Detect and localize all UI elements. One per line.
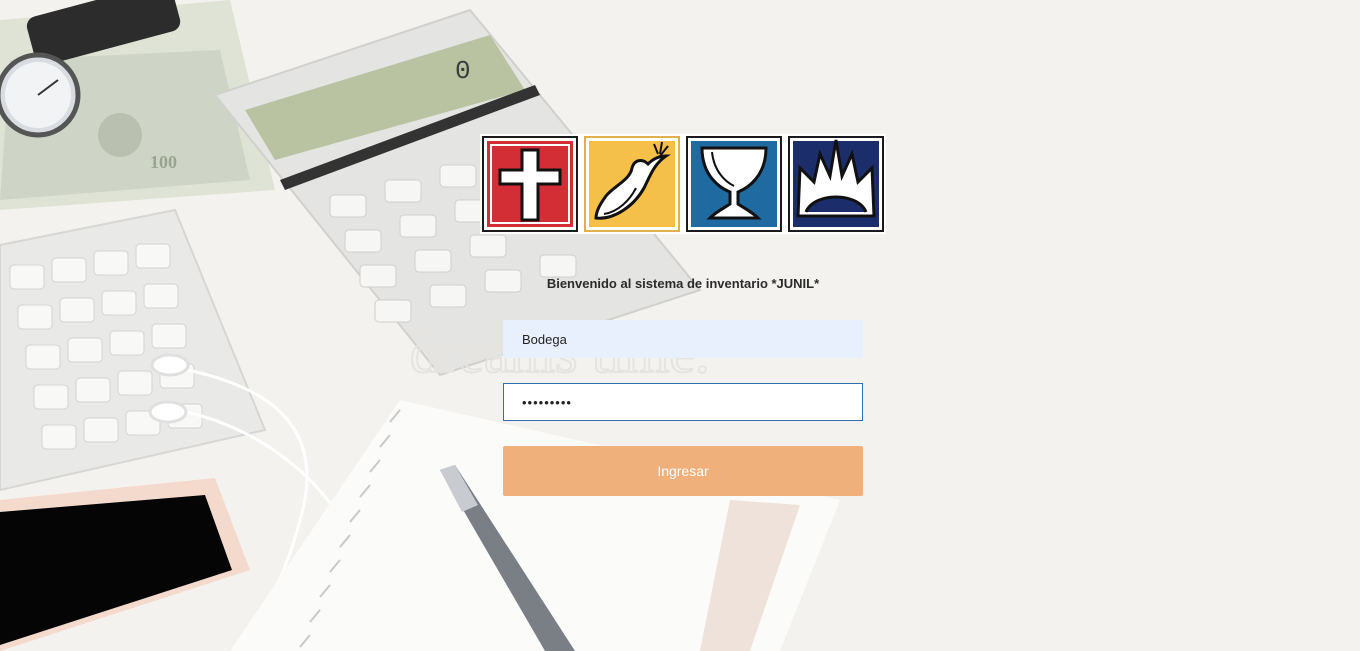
- dove-icon: [584, 136, 680, 232]
- dove-logo-tile: [584, 136, 680, 232]
- svg-text:100: 100: [150, 152, 177, 172]
- login-button[interactable]: Ingresar: [503, 446, 863, 496]
- welcome-message: Bienvenido al sistema de inventario *JUN…: [546, 276, 820, 291]
- crown-icon: [788, 136, 884, 232]
- svg-text:0: 0: [455, 56, 471, 86]
- logo-banner: [480, 134, 886, 234]
- username-input[interactable]: [503, 320, 863, 358]
- chalice-icon: [686, 136, 782, 232]
- password-input[interactable]: [503, 383, 863, 421]
- crown-logo-tile: [788, 136, 884, 232]
- cross-icon: [482, 136, 578, 232]
- chalice-logo-tile: [686, 136, 782, 232]
- cross-logo-tile: [482, 136, 578, 232]
